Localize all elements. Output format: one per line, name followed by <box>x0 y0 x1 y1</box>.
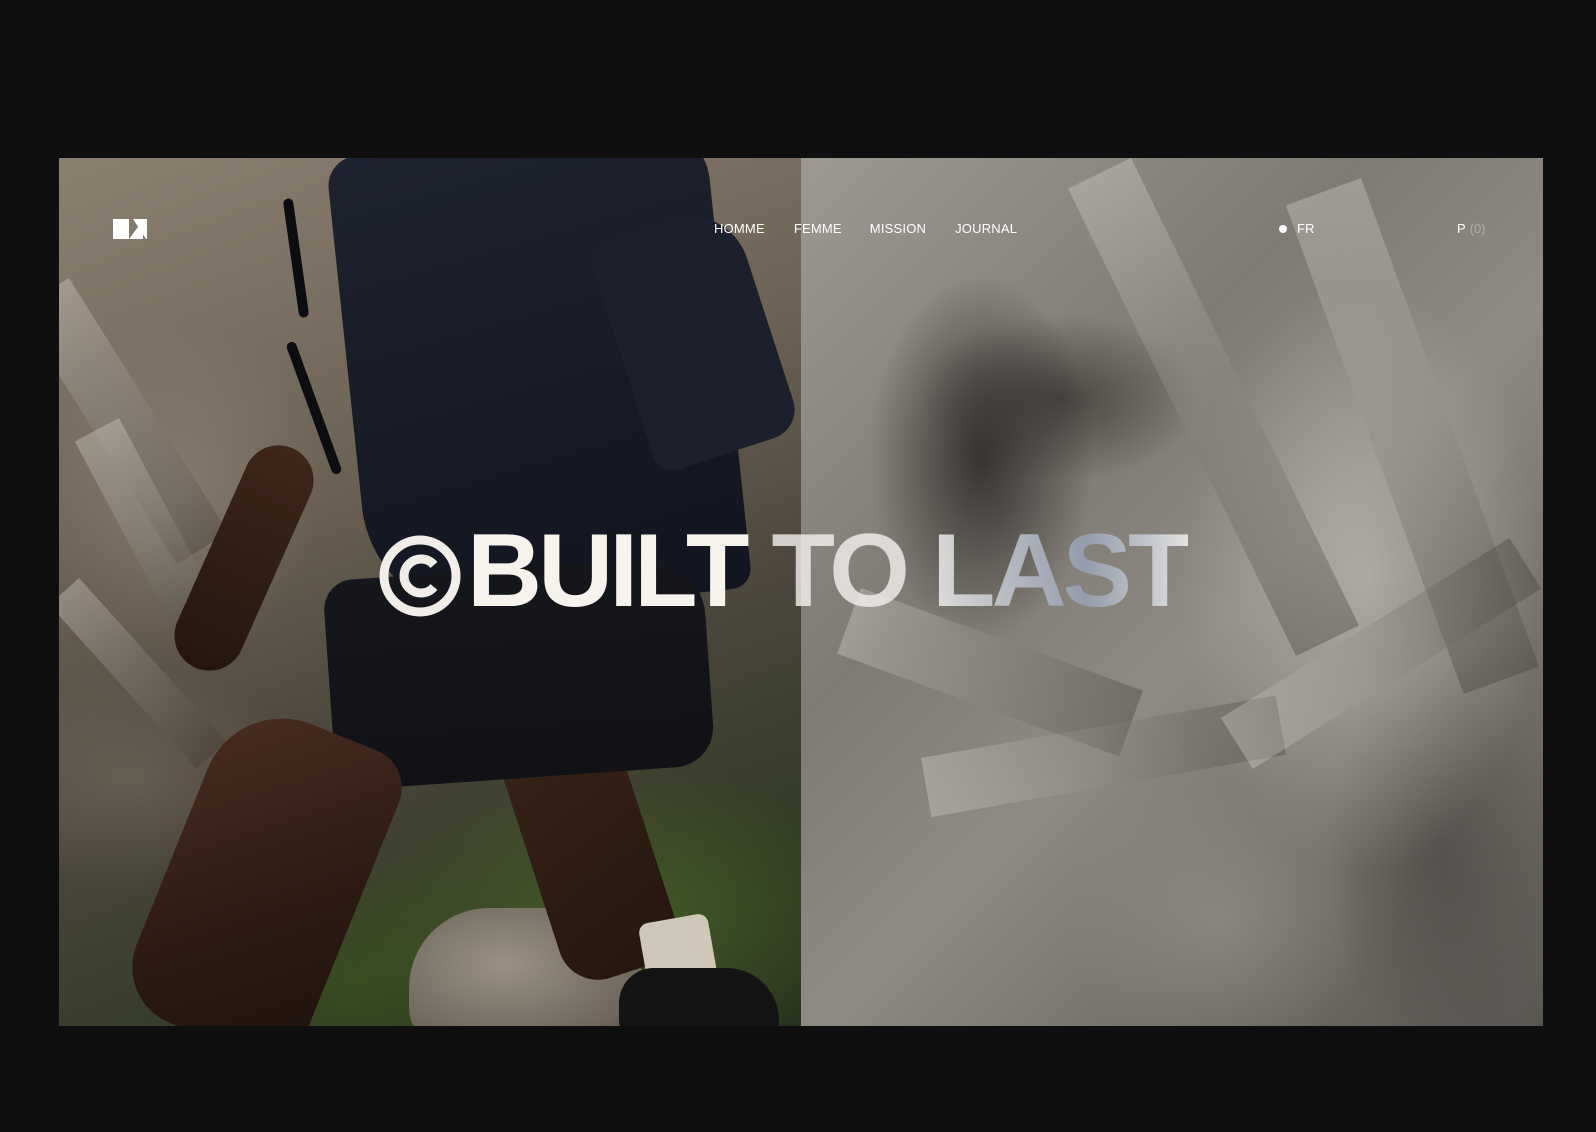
headline-word-to: TO <box>771 513 910 629</box>
language-label: FR <box>1297 221 1315 236</box>
nav-item-mission[interactable]: MISSION <box>870 221 926 236</box>
main-nav: HOMME FEMME MISSION JOURNAL <box>714 221 1046 236</box>
hero-headline: BUILT TO LAST <box>379 516 1219 626</box>
cart-count: (0) <box>1469 221 1486 236</box>
cart-label: P <box>1457 221 1466 236</box>
copyright-icon <box>379 530 461 617</box>
headline-word-built: BUILT <box>467 513 749 629</box>
nav-item-femme[interactable]: FEMME <box>794 221 842 236</box>
hero-frame: HOMME FEMME MISSION JOURNAL FR P (0) BUIL… <box>59 158 1543 1026</box>
cart-button[interactable]: P (0) <box>1457 221 1486 236</box>
nav-item-journal[interactable]: JOURNAL <box>955 221 1017 236</box>
brand-logo-icon[interactable] <box>113 218 149 240</box>
headline-word-last: LAST <box>932 513 1192 629</box>
language-switcher[interactable]: FR <box>1279 221 1314 236</box>
nav-item-homme[interactable]: HOMME <box>714 221 765 236</box>
dot-icon <box>1279 224 1287 233</box>
site-header: HOMME FEMME MISSION JOURNAL FR P (0) <box>59 158 1543 298</box>
